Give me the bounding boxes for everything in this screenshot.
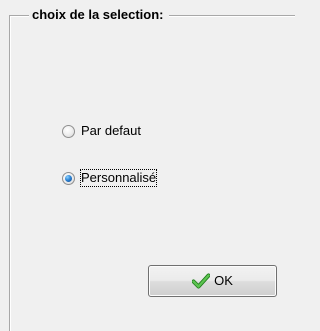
radio-option-par-defaut[interactable]: Par defaut bbox=[62, 122, 141, 140]
groupbox-left-highlight bbox=[10, 16, 11, 331]
selection-dialog: choix de la selection: Par defaut Person… bbox=[0, 0, 295, 331]
radio-button-personnalise[interactable] bbox=[62, 171, 75, 185]
radio-button-par-defaut[interactable] bbox=[62, 124, 75, 138]
radio-option-personnalise[interactable]: Personnalisé bbox=[62, 169, 158, 187]
radio-label-par-defaut: Par defaut bbox=[81, 123, 141, 138]
groupbox-title: choix de la selection: bbox=[29, 5, 169, 25]
ok-button-label: OK bbox=[214, 273, 233, 288]
checkmark-icon bbox=[191, 273, 211, 289]
radio-label-personnalise: Personnalisé bbox=[79, 169, 158, 187]
ok-button[interactable]: OK bbox=[148, 265, 277, 297]
